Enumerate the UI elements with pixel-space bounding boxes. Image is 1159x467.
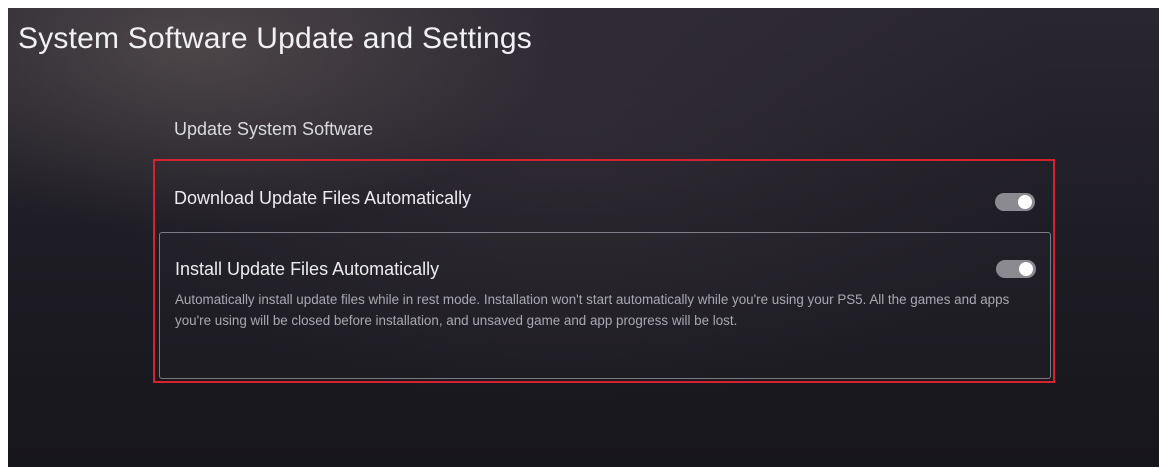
settings-screen: System Software Update and Settings Upda… [8,8,1159,467]
toggle-knob [1019,262,1033,276]
setting-description: Automatically install update files while… [175,292,1010,328]
page-title: System Software Update and Settings [18,22,532,55]
section-heading[interactable]: Update System Software [174,119,373,140]
setting-row-install-update-files[interactable]: Install Update Files Automatically Autom… [159,232,1051,379]
setting-row-download-update-files[interactable]: Download Update Files Automatically [159,165,1049,230]
toggle-knob [1018,195,1032,209]
setting-label: Install Update Files Automatically [175,259,440,279]
install-auto-toggle[interactable] [996,260,1036,278]
download-auto-toggle[interactable] [995,193,1035,211]
setting-label: Download Update Files Automatically [174,188,472,208]
